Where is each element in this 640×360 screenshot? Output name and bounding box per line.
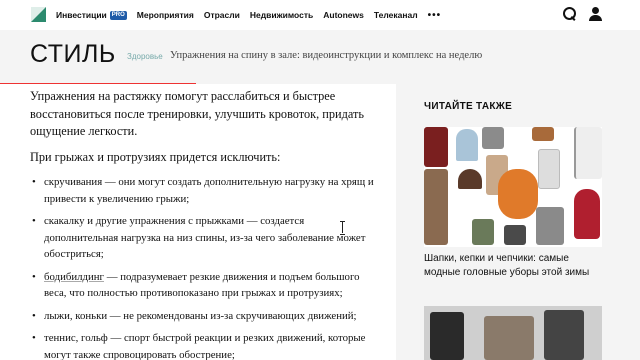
reading-progress-bar: [0, 83, 196, 84]
list-item: теннис, гольф — спорт быстрой реакции и …: [30, 330, 380, 360]
article-paragraph: Упражнения на растяжку помогут расслабит…: [30, 89, 364, 138]
logo-icon[interactable]: [31, 7, 46, 22]
related-article-title[interactable]: Шапки, кепки и чепчики: самые модные гол…: [424, 252, 604, 280]
term-link[interactable]: бодибилдинг: [44, 271, 104, 283]
list-item: скручивания — они могут создать дополнит…: [30, 174, 380, 207]
list-item-text: теннис, гольф — спорт быстрой реакции и …: [44, 332, 366, 360]
list-item: скакалку и другие упражнения с прыжками …: [30, 213, 380, 263]
nav-item-label: Телеканал: [373, 10, 418, 20]
nav-item-label: Мероприятия: [136, 10, 194, 20]
nav-item-events[interactable]: Мероприятия: [137, 10, 194, 20]
top-nav: Инвестиции PRO Мероприятия Отрасли Недви…: [0, 0, 640, 30]
article-body: Упражнения на растяжку помогут расслабит…: [30, 88, 380, 360]
list-item-text: скакалку и другие упражнения с прыжками …: [44, 215, 366, 260]
contraindications-list: скручивания — они могут создать дополнит…: [30, 174, 380, 360]
more-menu-button[interactable]: •••: [428, 10, 442, 21]
breadcrumb-category[interactable]: Здоровье: [127, 52, 163, 61]
nav-item-investments[interactable]: Инвестиции PRO: [56, 10, 127, 20]
text-cursor-icon: [340, 221, 346, 235]
section-title[interactable]: СТИЛЬ: [30, 40, 116, 69]
related-article-image[interactable]: [424, 127, 602, 247]
sidebar-heading: ЧИТАЙТЕ ТАКЖЕ: [424, 101, 513, 112]
list-item: бодибилдинг — подразумевает резкие движе…: [30, 269, 380, 302]
search-icon[interactable]: [562, 6, 578, 22]
nav-item-label: Инвестиции: [56, 10, 107, 20]
nav-item-tv[interactable]: Телеканал: [374, 10, 418, 20]
nav-item-autonews[interactable]: Autonews: [323, 10, 364, 20]
nav-item-label: Недвижимость: [249, 10, 314, 20]
nav-item-label: Отрасли: [203, 10, 240, 20]
list-item-text: скручивания — они могут создать дополнит…: [44, 176, 374, 205]
related-article-image[interactable]: [424, 306, 602, 360]
article-paragraph: При грыжах и протрузиях придется исключи…: [30, 149, 281, 164]
list-item-text: лыжи, коньки — не рекомендованы из-за ск…: [44, 309, 357, 322]
list-item: лыжи, коньки — не рекомендованы из-за ск…: [30, 308, 380, 325]
pro-badge: PRO: [109, 10, 127, 20]
user-icon[interactable]: [588, 6, 604, 22]
breadcrumb-article-title: Упражнения на спину в зале: видеоинструк…: [170, 50, 483, 61]
nav-item-realty[interactable]: Недвижимость: [250, 10, 313, 20]
nav-item-industries[interactable]: Отрасли: [204, 10, 240, 20]
nav-actions: [562, 6, 604, 22]
nav-item-label: Autonews: [323, 10, 364, 20]
nav-menu: Инвестиции PRO Мероприятия Отрасли Недви…: [56, 0, 451, 30]
